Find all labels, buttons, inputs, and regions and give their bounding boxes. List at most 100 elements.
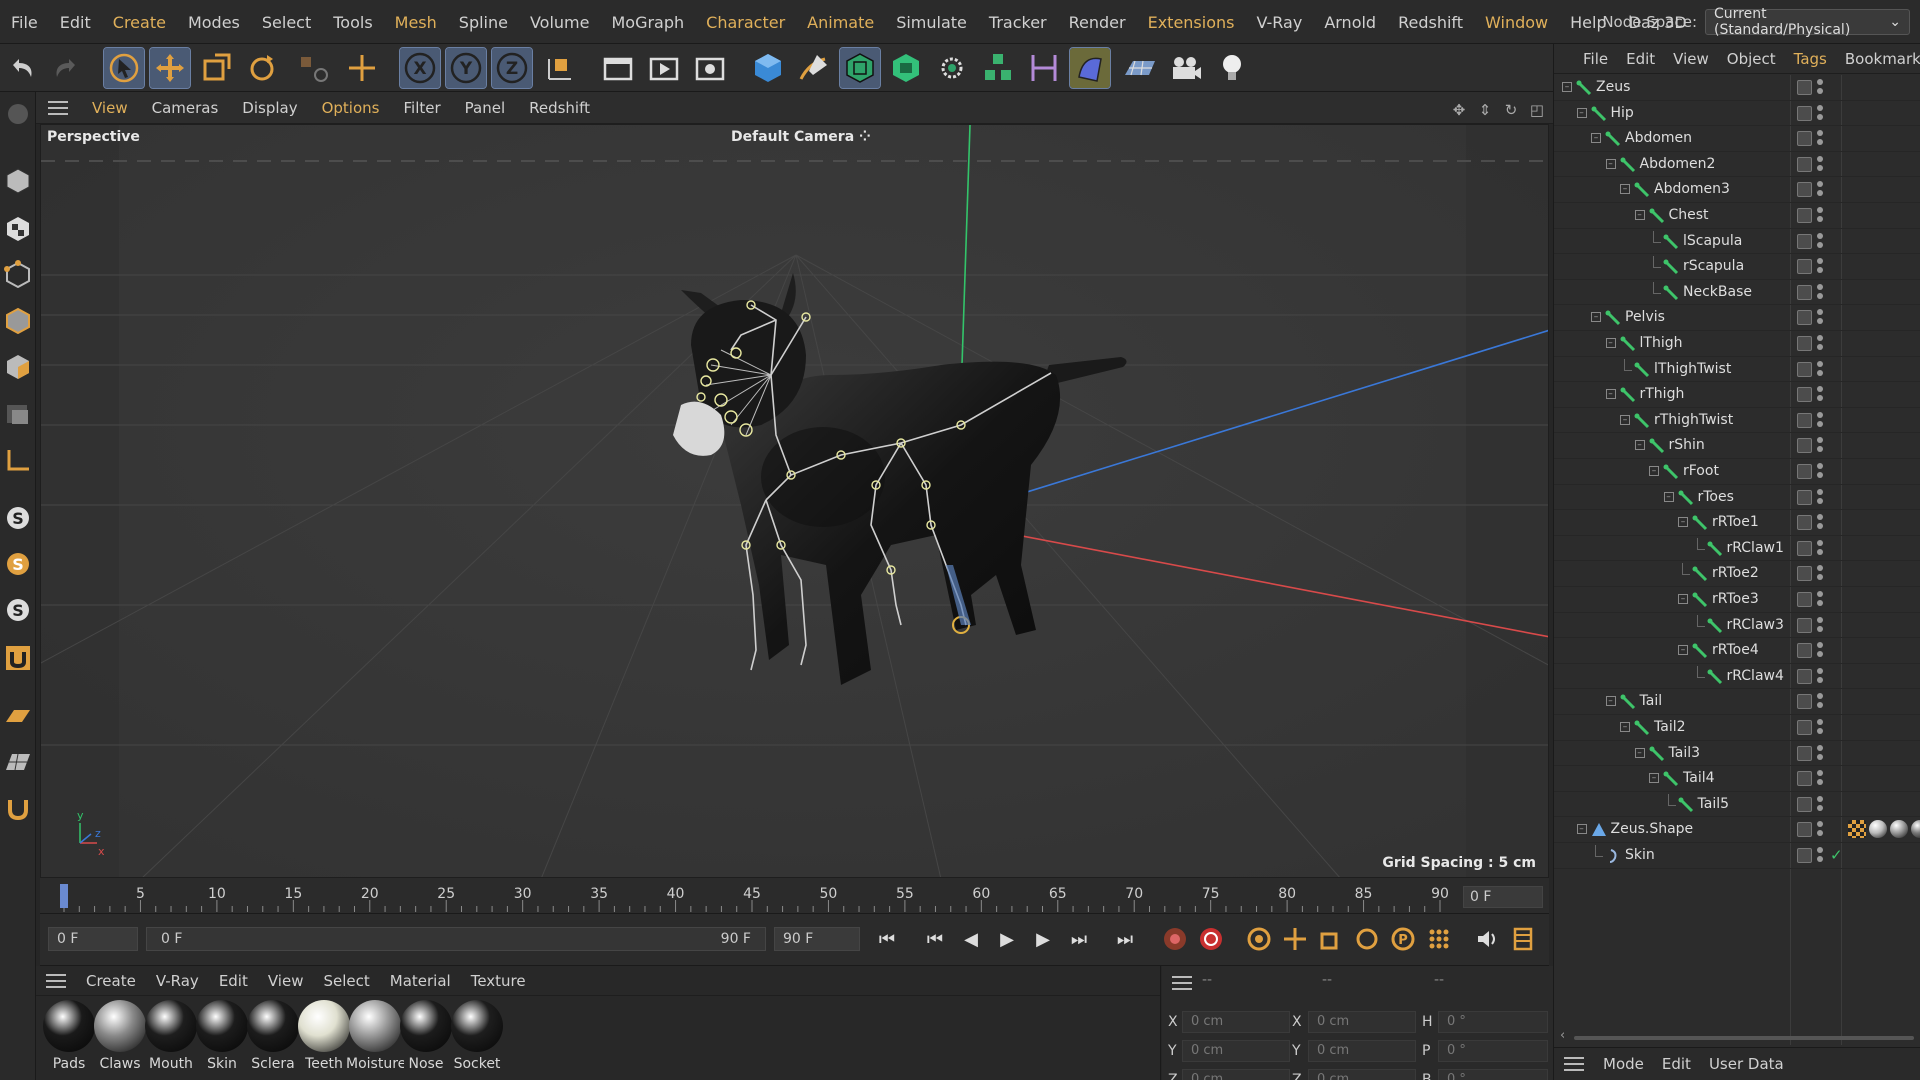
object-row-rshin[interactable]: – rShin bbox=[1554, 433, 1920, 459]
layer-toggle-icon[interactable] bbox=[1797, 387, 1812, 403]
viewport-menu-cameras[interactable]: Cameras bbox=[140, 99, 231, 117]
menu-window[interactable]: Window bbox=[1474, 13, 1559, 32]
cloner-icon[interactable] bbox=[932, 48, 972, 88]
subdivision-icon[interactable] bbox=[839, 47, 881, 89]
layer-toggle-icon[interactable] bbox=[1797, 592, 1812, 607]
layer-toggle-icon[interactable] bbox=[1797, 208, 1812, 223]
expand-toggle-icon[interactable]: – bbox=[1649, 466, 1659, 476]
object-row-rrclaw4[interactable]: rRClaw4 bbox=[1554, 664, 1920, 690]
material-swatch[interactable]: Claws bbox=[91, 1000, 149, 1072]
attribute-menu-edit[interactable]: Edit bbox=[1653, 1055, 1700, 1073]
floor-icon[interactable] bbox=[1120, 48, 1160, 88]
visibility-dots-icon[interactable] bbox=[1817, 104, 1823, 122]
material-swatch[interactable]: Mouth bbox=[142, 1000, 200, 1072]
magnet-icon[interactable] bbox=[3, 790, 33, 826]
layer-toggle-icon[interactable] bbox=[1797, 694, 1812, 710]
attribute-hamburger-icon[interactable] bbox=[1564, 1057, 1584, 1071]
play-icon[interactable]: ▶ bbox=[992, 924, 1022, 954]
menu-simulate[interactable]: Simulate bbox=[885, 13, 978, 32]
undo-icon[interactable] bbox=[2, 48, 42, 88]
material-swatch[interactable]: Nose bbox=[397, 1000, 455, 1072]
go-to-end-icon[interactable]: ⏭ bbox=[1110, 924, 1140, 954]
axis-move-icon[interactable] bbox=[342, 48, 382, 88]
visibility-dots-icon[interactable] bbox=[1817, 258, 1823, 275]
menu-edit[interactable]: Edit bbox=[49, 13, 102, 32]
camera-icon[interactable] bbox=[1166, 48, 1206, 88]
layer-toggle-icon[interactable] bbox=[1797, 259, 1812, 275]
material-swatch[interactable]: Pads bbox=[40, 1000, 98, 1072]
extrude-icon[interactable] bbox=[886, 48, 926, 88]
layer-toggle-icon[interactable] bbox=[1797, 182, 1812, 198]
material-tag-icon[interactable] bbox=[1890, 820, 1908, 839]
grid-icon[interactable] bbox=[3, 744, 33, 780]
object-row-lthightwist[interactable]: lThighTwist bbox=[1554, 357, 1920, 383]
object-row-rthightwist[interactable]: – rThighTwist bbox=[1554, 408, 1920, 434]
layer-toggle-icon[interactable] bbox=[1797, 796, 1812, 812]
material-menu-texture[interactable]: Texture bbox=[461, 972, 536, 990]
coord-value-field[interactable]: 0 ° bbox=[1438, 1011, 1548, 1033]
visibility-dots-icon[interactable] bbox=[1817, 667, 1823, 685]
material-swatch[interactable]: Sclera bbox=[244, 1000, 302, 1072]
render-picture-viewer-icon[interactable] bbox=[644, 48, 684, 88]
viewport-3d[interactable]: y z x Perspective Default Camera ⁘ Grid … bbox=[40, 124, 1549, 878]
key-position-icon[interactable] bbox=[1280, 924, 1310, 954]
layer-toggle-icon[interactable] bbox=[1797, 310, 1812, 326]
expand-toggle-icon[interactable]: – bbox=[1576, 824, 1587, 835]
visibility-dots-icon[interactable] bbox=[1817, 386, 1823, 403]
visibility-dots-icon[interactable] bbox=[1817, 309, 1823, 326]
material-menu-edit[interactable]: Edit bbox=[209, 972, 258, 990]
layer-toggle-icon[interactable] bbox=[1797, 540, 1812, 556]
layer-toggle-icon[interactable] bbox=[1797, 336, 1812, 351]
sound-icon[interactable] bbox=[1472, 924, 1502, 954]
previous-frame-icon[interactable]: ◀ bbox=[956, 924, 986, 954]
menu-character[interactable]: Character bbox=[695, 13, 796, 32]
viewport-menu-panel[interactable]: Panel bbox=[453, 99, 517, 117]
visibility-dots-icon[interactable] bbox=[1817, 693, 1823, 710]
select-pointer-icon[interactable] bbox=[103, 47, 145, 89]
expand-toggle-icon[interactable]: – bbox=[1605, 338, 1616, 348]
x-axis-icon[interactable]: X bbox=[399, 47, 441, 89]
object-row-rfoot[interactable]: – rFoot bbox=[1554, 459, 1920, 485]
coordinate-system-icon[interactable] bbox=[540, 48, 580, 88]
scrollbar-thumb[interactable] bbox=[1574, 1036, 1914, 1040]
viewport-move-icon[interactable]: ✥ bbox=[1450, 101, 1468, 119]
object-menu-file[interactable]: File bbox=[1574, 50, 1617, 68]
viewport-menu-display[interactable]: Display bbox=[230, 99, 309, 117]
object-menu-object[interactable]: Object bbox=[1718, 50, 1785, 68]
expand-toggle-icon[interactable]: – bbox=[1605, 158, 1616, 169]
array-icon[interactable] bbox=[978, 48, 1018, 88]
menu-extensions[interactable]: Extensions bbox=[1137, 13, 1246, 32]
object-row-rtoes[interactable]: – rToes bbox=[1554, 485, 1920, 511]
polygons-mode-icon[interactable] bbox=[3, 348, 33, 384]
layer-toggle-icon[interactable] bbox=[1797, 848, 1812, 863]
menu-spline[interactable]: Spline bbox=[448, 13, 519, 32]
visibility-dots-icon[interactable] bbox=[1817, 591, 1823, 608]
playhead-marker[interactable] bbox=[60, 884, 68, 908]
deformer-icon[interactable] bbox=[1069, 47, 1111, 89]
end-frame-field[interactable]: 90 F bbox=[774, 927, 860, 951]
menu-animate[interactable]: Animate bbox=[796, 13, 885, 32]
material-menu-material[interactable]: Material bbox=[380, 972, 461, 990]
light-icon[interactable] bbox=[1212, 48, 1252, 88]
visibility-dots-icon[interactable] bbox=[1817, 437, 1823, 454]
object-menu-tags[interactable]: Tags bbox=[1785, 50, 1836, 68]
expand-toggle-icon[interactable]: – bbox=[1591, 133, 1601, 144]
visibility-dots-icon[interactable] bbox=[1817, 821, 1823, 838]
expand-toggle-icon[interactable]: – bbox=[1634, 440, 1645, 451]
snap-icon[interactable] bbox=[3, 640, 33, 676]
y-axis-icon[interactable]: Y bbox=[445, 47, 487, 89]
menu-arnold[interactable]: Arnold bbox=[1313, 13, 1387, 32]
cube-icon[interactable] bbox=[748, 48, 788, 88]
start-frame-field[interactable]: 0 F bbox=[48, 927, 138, 951]
object-row-rrtoe3[interactable]: – rRToe3 bbox=[1554, 587, 1920, 613]
object-row-tail3[interactable]: – Tail3 bbox=[1554, 741, 1920, 767]
coordinates-hamburger-icon[interactable] bbox=[1172, 976, 1192, 990]
visibility-dots-icon[interactable] bbox=[1817, 744, 1823, 762]
record-keys-icon[interactable] bbox=[1160, 924, 1190, 954]
expand-toggle-icon[interactable]: – bbox=[1620, 184, 1630, 195]
render-view-icon[interactable] bbox=[598, 48, 638, 88]
object-row-rrclaw1[interactable]: rRClaw1 bbox=[1554, 536, 1920, 562]
frame-range-slider[interactable]: 0 F 90 F bbox=[146, 927, 766, 951]
object-row-rrtoe2[interactable]: rRToe2 bbox=[1554, 561, 1920, 587]
visibility-dots-icon[interactable] bbox=[1817, 795, 1823, 813]
